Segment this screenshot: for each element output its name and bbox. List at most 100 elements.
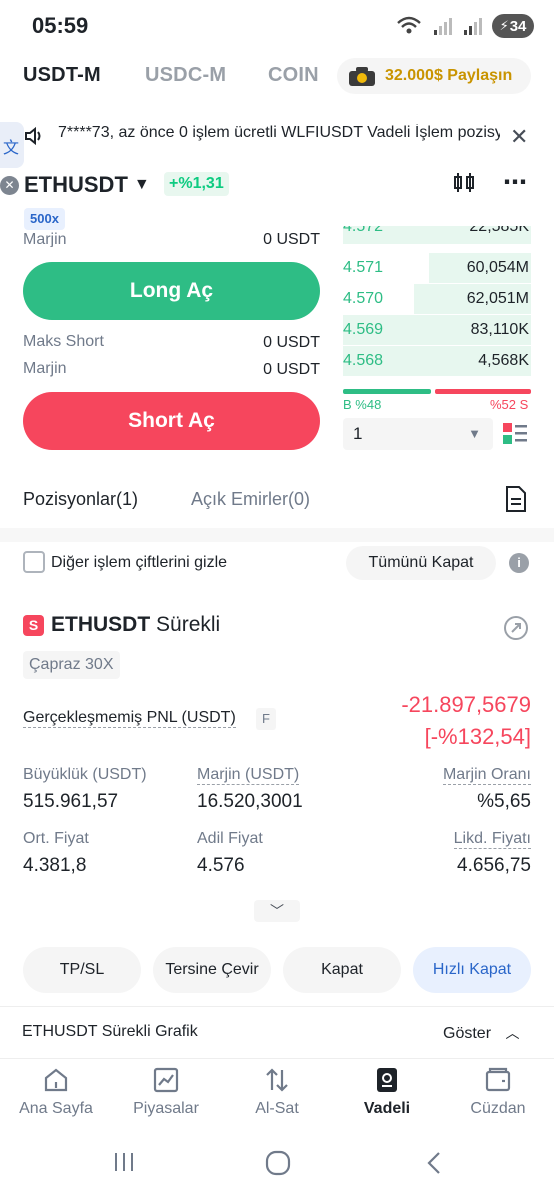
recents-icon[interactable] [112, 1150, 136, 1179]
promo-button[interactable]: 32.000$ Paylaşın [337, 58, 531, 94]
depth-select-value: 1 [353, 424, 363, 443]
orderbook-partial-row[interactable]: 4.572 22,585K [343, 226, 531, 244]
dismiss-icon[interactable]: ✕ [0, 176, 19, 195]
divider [0, 1006, 554, 1007]
position-title[interactable]: ETHUSDT Sürekli [51, 613, 220, 637]
close-icon[interactable]: ✕ [510, 124, 528, 150]
orderbook-qty: 83,110K [470, 321, 529, 338]
entry-price-value: 4.381,8 [23, 855, 87, 876]
chart-show-toggle[interactable]: Göster ︿ [443, 1023, 519, 1043]
hide-others-label: Diğer işlem çiftlerini gizle [51, 554, 228, 571]
liq-price-value: 4.656,75 [457, 855, 531, 876]
max-short-label: Maks Short [23, 333, 104, 350]
margin-ratio-label[interactable]: Marjin Oranı [442, 766, 531, 785]
nav-markets-label: Piyasalar [133, 1100, 199, 1117]
nav-divider [0, 1058, 554, 1059]
quick-close-button[interactable]: Hızlı Kapat [413, 947, 531, 993]
notice-text[interactable]: 7****73, az önce 0 işlem ücretli WLFIUSD… [58, 124, 500, 142]
back-icon[interactable] [423, 1150, 447, 1181]
swap-arrows-icon [266, 1068, 288, 1092]
signal-icon [434, 18, 452, 35]
long-button[interactable]: Long Aç [23, 262, 320, 320]
orderbook-qty: 60,054M [466, 259, 529, 276]
orderbook-price: 4.568 [343, 352, 384, 369]
chart-show-label: Göster [443, 1025, 492, 1042]
orderbook-qty: 62,051M [466, 290, 529, 307]
nav-markets[interactable]: Piyasalar [111, 1066, 221, 1118]
wallet-icon [485, 1067, 511, 1092]
pnl-label[interactable]: Gerçekleşmemiş PNL (USDT) [23, 709, 236, 728]
margin-usdt-value: 16.520,3001 [197, 791, 303, 812]
nav-futures[interactable]: Vadeli [332, 1066, 442, 1118]
section-divider [0, 528, 554, 542]
entry-price-label: Ort. Fiyat [23, 830, 89, 847]
pnl-flag: F [256, 708, 276, 730]
margin-value: 0 USDT [263, 361, 320, 378]
nav-home[interactable]: Ana Sayfa [1, 1066, 111, 1118]
mark-price-label: Adil Fiyat [197, 830, 263, 847]
orderbook-qty: 22,585K [469, 226, 529, 235]
orderbook-layout-icon[interactable] [503, 423, 527, 450]
caret-down-icon: ▼ [468, 426, 481, 441]
max-short-value: 0 USDT [263, 334, 320, 351]
nav-trade[interactable]: Al-Sat [222, 1066, 332, 1118]
status-time: 05:59 [32, 13, 89, 38]
margin-partial-value: 0 USDT [263, 231, 320, 247]
nav-wallet[interactable]: Cüzdan [443, 1066, 553, 1118]
chevron-up-icon: ︿ [505, 1025, 520, 1041]
home-icon [44, 1068, 68, 1092]
orderbook-row[interactable]: 4.568 4,568K [343, 346, 531, 376]
orderbook-row[interactable]: 4.570 62,051M [343, 284, 531, 314]
depth-select[interactable]: 1 ▼ [343, 418, 493, 450]
liq-price-label[interactable]: Likd. Fiyatı [453, 830, 531, 849]
signal-icon-2 [464, 18, 482, 35]
short-button[interactable]: Short Aç [23, 392, 320, 450]
tab-positions[interactable]: Pozisyonlar(1) [23, 489, 138, 510]
buy-ratio-label: B %48 [343, 397, 382, 412]
margin-ratio-value: %5,65 [477, 791, 531, 812]
translate-icon: 文 [3, 140, 20, 157]
orderbook-qty: 4,568K [478, 352, 529, 369]
size-label: Büyüklük (USDT) [23, 766, 147, 783]
document-icon[interactable] [505, 486, 527, 517]
wifi-icon [397, 16, 421, 34]
orderbook-price: 4.571 [343, 259, 384, 276]
leverage-badge[interactable]: 500x [24, 208, 65, 230]
translate-float-button[interactable]: 文 [0, 122, 24, 168]
more-icon[interactable]: ⋯ [503, 168, 528, 197]
pnl-percent: [-%132,54] [424, 724, 531, 749]
charging-icon: ⚡ [499, 18, 509, 33]
hide-others-checkbox[interactable] [23, 551, 45, 573]
orderbook-price: 4.569 [343, 321, 384, 338]
tab-open-orders[interactable]: Açık Emirler(0) [191, 489, 310, 510]
chart-icon [153, 1067, 179, 1093]
promo-label: 32.000$ Paylaşın [385, 67, 513, 84]
short-side-badge: S [23, 615, 44, 636]
caret-down-icon: ▼ [133, 176, 150, 193]
orderbook-row[interactable]: 4.571 60,054M [343, 253, 531, 283]
home-button-icon[interactable] [265, 1150, 291, 1181]
sell-ratio-label: %52 S [490, 397, 529, 412]
tab-coin-m[interactable]: COIN [268, 64, 323, 87]
margin-partial-label: Marjin [23, 231, 67, 247]
share-icon[interactable] [503, 615, 529, 646]
sell-ratio-bar [435, 389, 531, 394]
close-position-button[interactable]: Kapat [283, 947, 401, 993]
info-icon[interactable]: i [509, 553, 529, 573]
reverse-button[interactable]: Tersine Çevir [153, 947, 271, 993]
expand-chevron-icon[interactable]: ﹀ [254, 900, 300, 922]
tab-usdc-m[interactable]: USDC-M [145, 64, 226, 87]
close-all-button[interactable]: Tümünü Kapat [346, 546, 496, 580]
symbol-selector[interactable]: ETHUSDT ▼ [24, 172, 150, 198]
margin-usdt-label[interactable]: Marjin (USDT) [197, 766, 300, 785]
margin-mode-badge[interactable]: Çapraz 30X [23, 651, 120, 679]
tpsl-button[interactable]: TP/SL [23, 947, 141, 993]
orderbook-row[interactable]: 4.569 83,110K [343, 315, 531, 345]
position-type: Sürekli [156, 613, 221, 636]
nav-wallet-label: Cüzdan [470, 1100, 526, 1117]
pnl-value: -21.897,5679 [401, 692, 531, 717]
candlestick-icon[interactable] [451, 170, 477, 201]
tab-usdt-m[interactable]: USDT-M [23, 64, 101, 87]
status-icons: ⚡ 34 [396, 14, 534, 38]
price-change-badge: +%1,31 [164, 172, 229, 196]
